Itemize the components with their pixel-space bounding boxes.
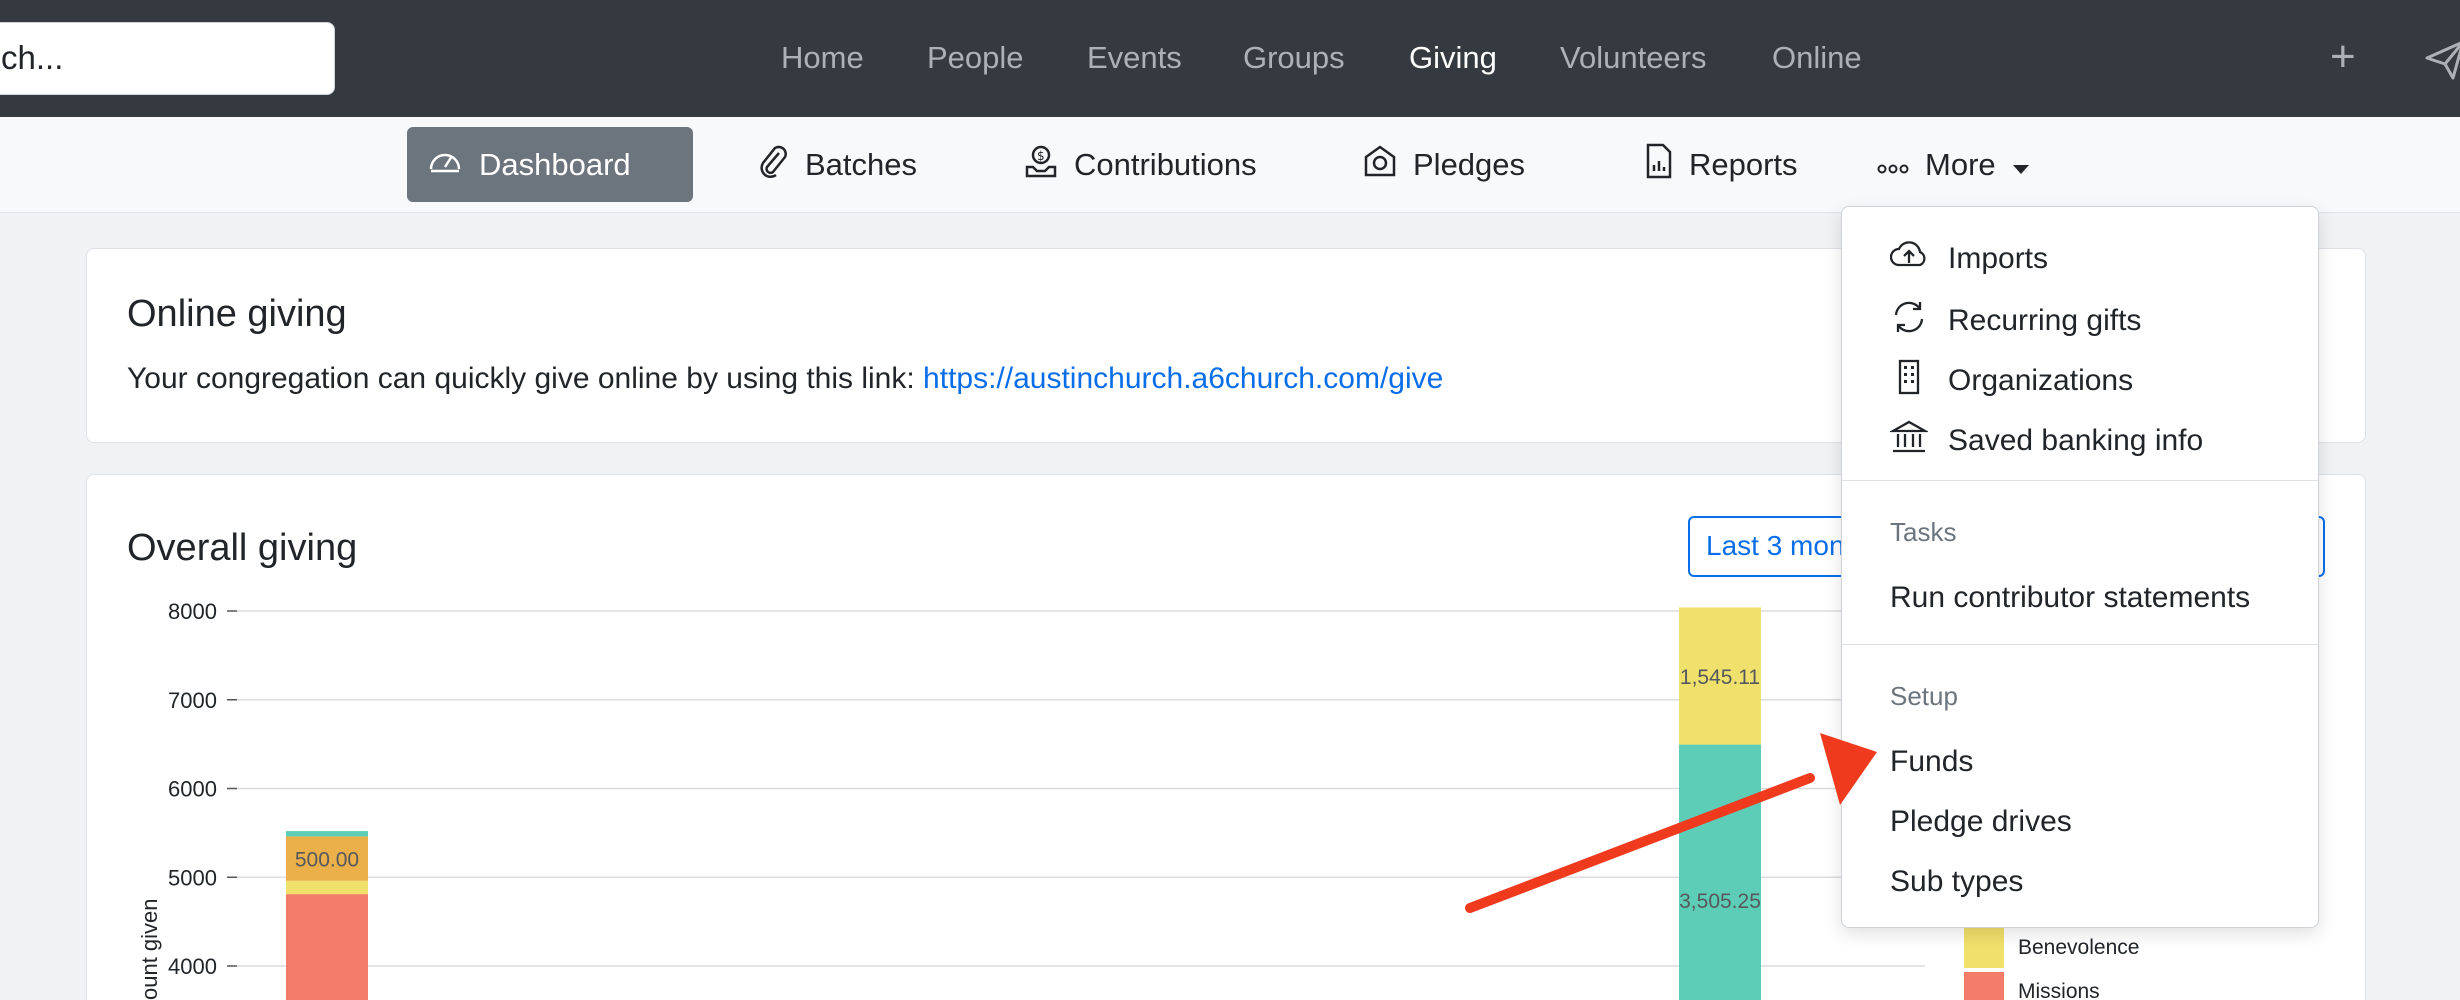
chart-bars: 500.00 3,505.25 1,545.11: [286, 607, 1761, 1000]
dropdown-divider: [1842, 480, 2318, 481]
menu-item-pledge-drives[interactable]: Pledge drives: [1890, 805, 2072, 839]
chart-y-tick-label: 8000: [168, 599, 217, 624]
menu-item-label: Run contributor statements: [1890, 581, 2251, 614]
menu-item-run-contributor-statements[interactable]: Run contributor statements: [1890, 581, 2250, 615]
chart-grid: 4000 5000 6000 7000 8000: [168, 599, 1925, 979]
chart-bar-segment[interactable]: [286, 831, 368, 837]
menu-item-organizations[interactable]: Organizations: [1890, 359, 2133, 403]
chart-data-label: 1,545.11: [1680, 666, 1760, 689]
chart-y-tick-label: 5000: [168, 865, 217, 890]
legend-item-missions: Missions: [1964, 972, 2100, 1000]
legend-item-benevolence: Benevolence: [1964, 928, 2139, 968]
menu-item-imports[interactable]: Imports: [1889, 239, 2049, 279]
menu-item-label: Recurring gifts: [1948, 304, 2142, 337]
building-icon: [1890, 359, 1928, 403]
chart-bar-segment[interactable]: [286, 894, 368, 1000]
legend-swatch: [1964, 972, 2004, 1000]
menu-item-label: Organizations: [1948, 364, 2134, 397]
chart-y-tick-label: 6000: [168, 777, 217, 802]
menu-item-recurring-gifts[interactable]: Recurring gifts: [1890, 299, 2141, 343]
chart-y-axis-label: ount given: [137, 898, 162, 1000]
menu-item-label: Pledge drives: [1890, 805, 2072, 838]
refresh-icon: [1890, 299, 1928, 343]
chart-data-label: 3,505.25: [1679, 890, 1761, 913]
chart-bar-segment[interactable]: [1679, 744, 1761, 1000]
menu-item-funds[interactable]: Funds: [1890, 745, 1973, 779]
menu-item-sub-types[interactable]: Sub types: [1890, 865, 2023, 899]
chart-y-tick-label: 7000: [168, 688, 217, 713]
cloud-upload-icon: [1889, 239, 1928, 279]
dropdown-header-setup: Setup: [1890, 681, 1958, 711]
chart-data-label: 500.00: [295, 849, 359, 872]
menu-item-label: Funds: [1890, 745, 1974, 778]
dropdown-divider: [1842, 644, 2318, 645]
bank-icon: [1888, 419, 1930, 463]
menu-item-label: Imports: [1948, 242, 2049, 275]
legend-label: Missions: [2018, 980, 2100, 1000]
chart-bar-segment[interactable]: [286, 880, 368, 895]
legend-swatch: [1964, 928, 2004, 968]
legend-label: Benevolence: [2018, 936, 2140, 959]
menu-item-label: Saved banking info: [1948, 424, 2204, 457]
chart-y-tick-label: 4000: [168, 954, 217, 979]
more-dropdown-menu: Imports Recurring gifts Organizations Sa…: [1841, 206, 2319, 928]
dropdown-header-tasks: Tasks: [1890, 517, 1957, 547]
menu-item-label: Sub types: [1890, 865, 2024, 898]
menu-item-saved-banking-info[interactable]: Saved banking info: [1888, 419, 2204, 463]
